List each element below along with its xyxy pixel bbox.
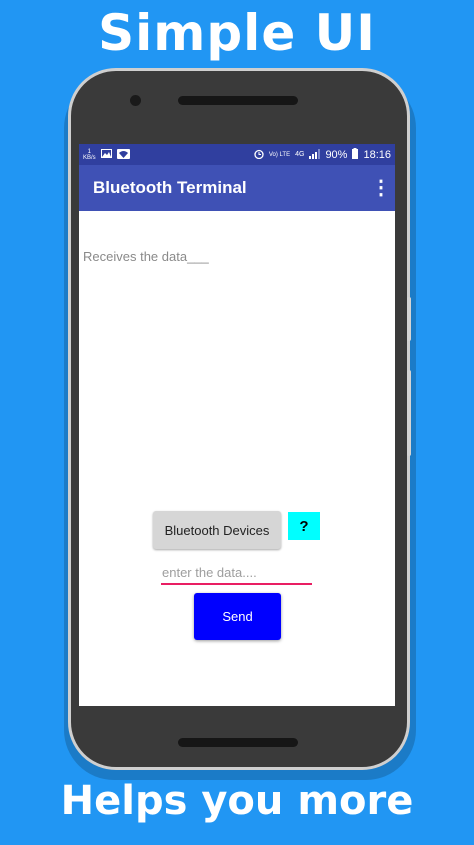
status-bar: 1 KB/s Vo) LTE 4G 90% 18:16 — [79, 144, 395, 165]
app-bar: Bluetooth Terminal ⋮ — [79, 165, 395, 211]
phone-side-button-volume — [407, 370, 411, 456]
battery-icon — [352, 148, 359, 161]
phone-screen: 1 KB/s Vo) LTE 4G 90% 18:16 Bluetooth Te… — [79, 144, 395, 706]
network-type-label: 4G — [295, 150, 305, 158]
promo-headline-bottom: Helps you more — [60, 778, 414, 824]
send-button[interactable]: Send — [194, 593, 281, 640]
status-bar-left: 1 KB/s — [83, 148, 130, 161]
battery-percent: 90% — [325, 148, 348, 161]
network-speed: 1 KB/s — [83, 149, 96, 161]
phone-bottom-speaker — [178, 738, 298, 747]
phone-speaker — [178, 96, 298, 105]
received-data-text: Receives the data___ — [83, 249, 209, 264]
phone-side-button-power — [407, 297, 411, 341]
bluetooth-devices-button[interactable]: Bluetooth Devices — [153, 511, 281, 549]
signal-icon — [309, 148, 321, 161]
overflow-menu-icon[interactable]: ⋮ — [371, 178, 391, 198]
status-time: 18:16 — [363, 148, 391, 161]
help-button[interactable]: ? — [288, 512, 320, 540]
network-speed-unit: KB/s — [83, 154, 96, 161]
wifi-icon — [116, 148, 130, 161]
front-camera — [130, 95, 141, 106]
alarm-icon — [254, 149, 264, 161]
lte-label: Vo) LTE — [268, 151, 291, 158]
promo-headline-top: Simple UI — [98, 4, 376, 62]
image-icon — [100, 149, 112, 160]
data-input[interactable] — [161, 561, 312, 585]
status-bar-right: Vo) LTE 4G 90% 18:16 — [254, 148, 391, 161]
app-title: Bluetooth Terminal — [93, 178, 247, 197]
